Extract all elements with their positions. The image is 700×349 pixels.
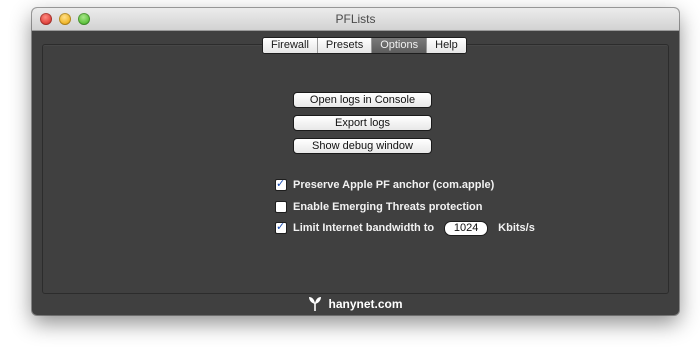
- open-logs-button[interactable]: Open logs in Console: [293, 92, 432, 108]
- emerging-threats-label: Enable Emerging Threats protection: [293, 201, 483, 213]
- window-title: PFLists: [335, 12, 376, 26]
- preserve-anchor-label: Preserve Apple PF anchor (com.apple): [293, 179, 495, 191]
- app-window: PFLists Firewall Presets Options Help Op…: [32, 8, 679, 315]
- options-panel: [42, 44, 669, 294]
- tab-presets[interactable]: Presets: [317, 38, 373, 53]
- title-bar: PFLists: [32, 8, 679, 31]
- emerging-threats-row: Enable Emerging Threats protection: [275, 200, 482, 214]
- limit-bandwidth-label: Limit Internet bandwidth to: [293, 222, 435, 234]
- tab-firewall[interactable]: Firewall: [263, 38, 318, 53]
- bandwidth-value-field[interactable]: 1024: [444, 220, 489, 236]
- preserve-anchor-row: Preserve Apple PF anchor (com.apple): [275, 177, 495, 192]
- footer: hanynet.com: [32, 296, 679, 312]
- tab-options[interactable]: Options: [372, 38, 428, 53]
- hanynet-logo-icon: [309, 297, 322, 311]
- export-logs-button[interactable]: Export logs: [293, 115, 432, 131]
- tab-bar: Firewall Presets Options Help: [262, 37, 467, 54]
- emerging-threats-checkbox[interactable]: [275, 201, 287, 213]
- preserve-anchor-checkbox[interactable]: [275, 177, 287, 191]
- show-debug-window-button[interactable]: Show debug window: [293, 138, 432, 154]
- limit-bandwidth-checkbox[interactable]: [275, 220, 287, 234]
- brand-link[interactable]: hanynet.com: [328, 297, 402, 311]
- bandwidth-unit-label: Kbits/s: [498, 222, 535, 234]
- limit-bandwidth-row: Limit Internet bandwidth to 1024 Kbits/s: [275, 220, 535, 236]
- tab-help[interactable]: Help: [427, 38, 466, 53]
